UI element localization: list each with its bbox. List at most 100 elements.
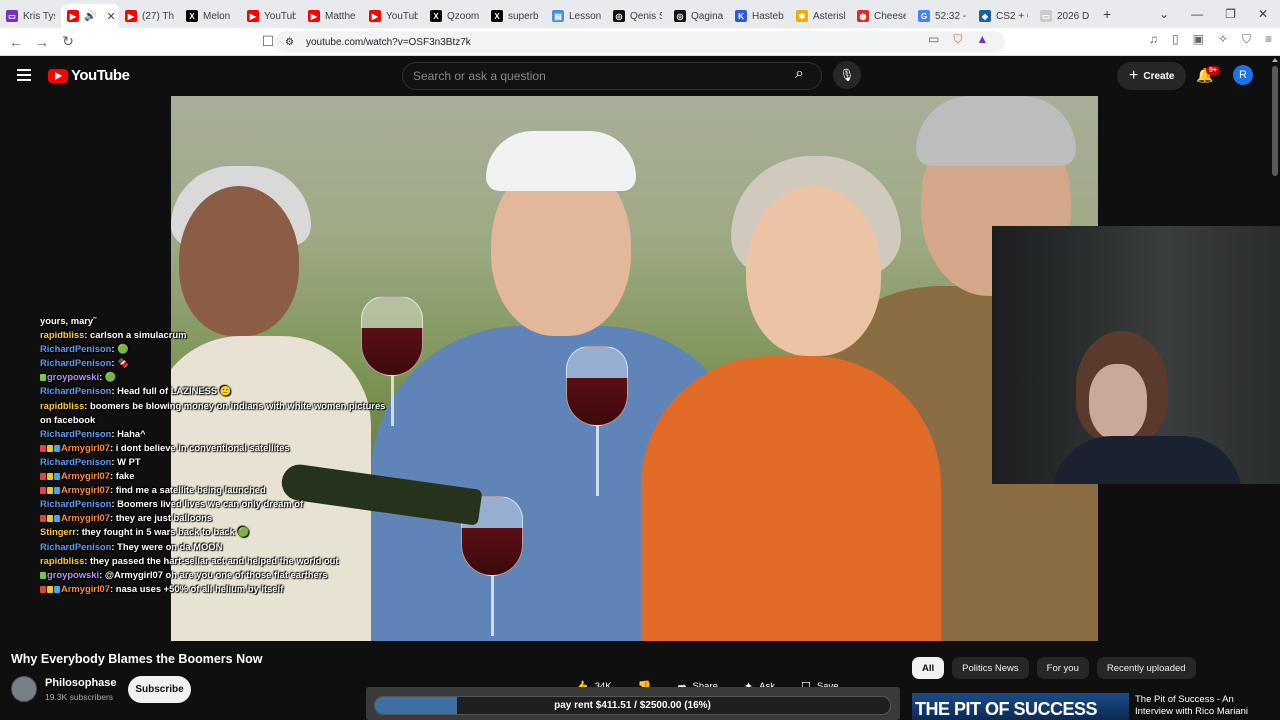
browser-tab[interactable]: G 52:32 - — [912, 4, 973, 28]
restore-icon[interactable]: ❐ — [1225, 7, 1236, 21]
sidebar-icon[interactable]: ▯ — [1172, 32, 1179, 47]
new-tab-icon[interactable]: + — [1103, 6, 1111, 22]
browser-tab[interactable]: ▶ (27) The — [119, 4, 180, 28]
chat-username[interactable]: RichardPenison — [40, 385, 111, 396]
scroll-thumb[interactable] — [1272, 66, 1278, 176]
chat-username[interactable]: Armygirl07 — [61, 470, 110, 481]
chat-badge-icon — [40, 571, 46, 579]
chat-text: find me a satellite being launched — [115, 484, 266, 496]
brave-rewards-icon[interactable]: ▲ — [976, 32, 988, 47]
search-input[interactable]: Search or ask a question — [402, 62, 822, 90]
tab-favicon-icon: K — [735, 10, 747, 22]
recommendation-filter-chips: All Politics News For you Recently uploaded — [912, 657, 1196, 679]
search-icon[interactable]: ⌕ — [795, 65, 804, 83]
filter-chip[interactable]: All — [912, 657, 945, 679]
address-bar[interactable]: ⚙ youtube.com/watch?v=OSF3n3Btz7k — [275, 31, 1005, 53]
streamer-webcam — [992, 226, 1280, 484]
tab-label: Cheese — [874, 10, 906, 22]
chat-username[interactable]: Stingerr — [40, 526, 76, 537]
chat-username[interactable]: RichardPenison — [40, 357, 111, 368]
filter-chip[interactable]: Politics News — [952, 657, 1029, 679]
tab-audio-icon[interactable]: 🔊 — [84, 11, 96, 22]
chat-username[interactable]: Armygirl07 — [61, 484, 110, 495]
chat-message: RichardPenison: Boomers lived lives we c… — [40, 497, 420, 511]
chat-username[interactable]: RichardPenison — [40, 541, 111, 552]
chat-message: RichardPenison: Head full of LAZINESS 🙂 — [40, 384, 420, 398]
wine-glass-stem — [596, 426, 599, 496]
browser-tab[interactable]: ▭ Kris Tys — [0, 4, 61, 28]
reload-icon[interactable]: ↻ — [58, 33, 78, 50]
recommendation-thumbnail[interactable]: THE PIT OF SUCCESS — [912, 693, 1129, 720]
tab-search-icon[interactable]: ⌄ — [1159, 7, 1169, 21]
cast-icon[interactable]: ▭ — [928, 32, 939, 47]
wallet-icon[interactable]: ▣ — [1193, 32, 1204, 47]
channel-avatar[interactable] — [11, 676, 37, 702]
chat-username[interactable]: RichardPenison — [40, 498, 111, 509]
chat-username[interactable]: rapidbliss — [40, 329, 84, 340]
tab-favicon-icon: X — [491, 10, 503, 22]
browser-tab[interactable]: ▶ YouTub — [241, 4, 302, 28]
create-button[interactable]: + Create — [1117, 62, 1187, 90]
filter-chip[interactable]: Recently uploaded — [1096, 657, 1196, 679]
vpn-icon[interactable]: ⛉ — [1242, 32, 1251, 47]
url-text: youtube.com/watch?v=OSF3n3Btz7k — [305, 36, 471, 48]
browser-tab[interactable]: K Hasteb — [729, 4, 790, 28]
ai-icon[interactable]: ✧ — [1218, 32, 1228, 47]
chat-text: Boomers lived lives we can only dream of — [117, 498, 304, 510]
hamburger-menu-icon[interactable] — [17, 69, 31, 81]
chat-username[interactable]: RichardPenison — [40, 456, 111, 467]
channel-name[interactable]: Philosophase — [45, 677, 117, 689]
browser-tab[interactable]: ▤ Lesson — [546, 4, 607, 28]
chat-username[interactable]: RichardPenison — [40, 343, 111, 354]
browser-tab[interactable]: ◉ Cheese — [851, 4, 912, 28]
chat-username[interactable]: groypowski — [47, 569, 99, 580]
youtube-logo[interactable]: YouTube — [48, 67, 130, 84]
minimize-icon[interactable]: — — [1191, 7, 1203, 21]
account-avatar[interactable]: R — [1233, 65, 1253, 85]
filter-chip[interactable]: For you — [1036, 657, 1089, 679]
tab-label: Qagina — [691, 10, 723, 22]
tab-favicon-icon: ▶ — [247, 10, 259, 22]
browser-tab[interactable]: X Qzoom — [424, 4, 485, 28]
browser-tab[interactable]: X Melon — [180, 4, 241, 28]
chat-username[interactable]: Armygirl07 — [61, 583, 110, 594]
chat-username[interactable]: rapidbliss — [40, 555, 84, 566]
chat-username[interactable]: groypowski — [47, 371, 99, 382]
menu-icon[interactable]: ≡ — [1265, 32, 1272, 47]
chat-text: fake — [115, 470, 135, 482]
chat-username[interactable]: Armygirl07 — [61, 442, 110, 453]
browser-tab[interactable]: ✱ Asterisk — [790, 4, 851, 28]
chat-username[interactable]: RichardPenison — [40, 428, 111, 439]
browser-tab[interactable]: ▶ 🔊 ✕ — [61, 4, 119, 28]
subscribe-button[interactable]: Subscribe — [128, 676, 191, 703]
browser-tab[interactable]: ▶ YouTub — [363, 4, 424, 28]
browser-tab[interactable]: ◎ Qagina — [668, 4, 729, 28]
browser-tab[interactable]: ◈ CS2 + C — [973, 4, 1034, 28]
chat-text: 🟢 — [104, 371, 117, 383]
chat-badge-icon — [40, 515, 46, 523]
close-window-icon[interactable]: ✕ — [1258, 7, 1268, 21]
brave-shield-icon[interactable]: ⛉ — [953, 32, 962, 47]
chat-message: Armygirl07: nasa uses +50% of all helium… — [40, 582, 420, 596]
recommendation-title[interactable]: The Pit of Success - An Interview with R… — [1135, 694, 1267, 718]
browser-tab[interactable]: Xsuperb — [485, 4, 546, 28]
voice-search-button[interactable]: 🎙 — [833, 61, 861, 89]
tab-close-icon[interactable]: ✕ — [106, 10, 115, 23]
back-icon[interactable]: ← — [6, 34, 26, 50]
forward-icon[interactable]: → — [32, 34, 52, 50]
media-icon[interactable]: ♫ — [1149, 32, 1158, 47]
browser-tab[interactable]: ▭ 2026 D — [1034, 4, 1095, 28]
tab-favicon-icon: ◉ — [857, 10, 869, 22]
chat-username[interactable]: rapidbliss — [40, 400, 84, 411]
chat-badge-icon — [40, 444, 46, 452]
chat-username[interactable]: Armygirl07 — [61, 512, 110, 523]
scroll-up-icon[interactable] — [1272, 58, 1278, 62]
browser-tab[interactable]: ◎ Qenis S — [607, 4, 668, 28]
video-frame-detail — [486, 131, 636, 191]
tab-label: (27) The — [142, 10, 174, 22]
chat-text: they fought in 5 wars back to back 🟢 — [81, 526, 250, 538]
chat-badge-icon — [54, 487, 60, 495]
chat-message: RichardPenison: W PT — [40, 455, 420, 469]
browser-tab[interactable]: ▶ Matthe — [302, 4, 363, 28]
site-info-icon[interactable]: ⚙ — [285, 37, 294, 48]
